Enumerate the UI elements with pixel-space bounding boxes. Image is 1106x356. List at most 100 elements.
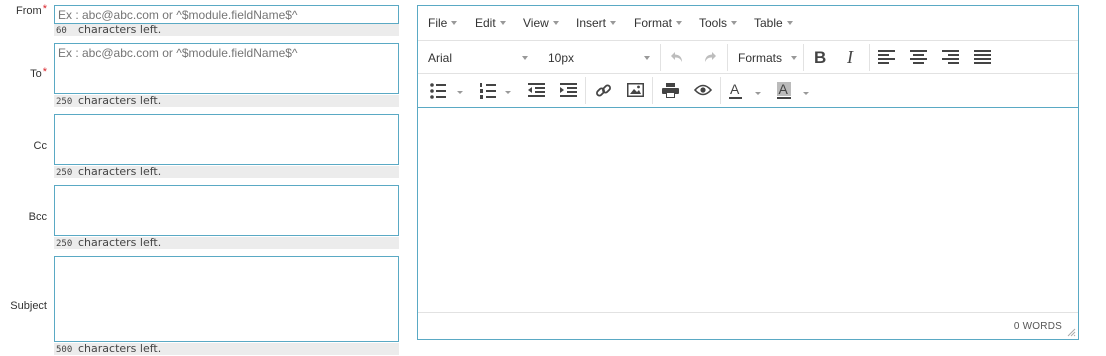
text-color-icon: A	[729, 82, 761, 99]
to-counter: 250 characters left.	[54, 95, 399, 107]
to-label-text: To	[30, 68, 42, 80]
menu-insert-label: Insert	[576, 16, 607, 30]
toolbar-separator	[727, 44, 728, 71]
chevron-down-icon	[499, 20, 506, 25]
subject-counter: 500 characters left.	[54, 343, 399, 355]
from-required-mark: *	[42, 3, 47, 15]
resize-handle-icon[interactable]	[1067, 328, 1076, 337]
chevron-down-icon	[644, 56, 650, 60]
editor-content-area[interactable]	[418, 107, 1078, 312]
chevron-down-icon	[786, 20, 793, 25]
toolbar-separator	[803, 44, 804, 71]
menu-format[interactable]: Format	[634, 16, 683, 30]
subject-input[interactable]	[54, 256, 399, 342]
chevron-down-icon	[552, 20, 559, 25]
subject-label-text: Subject	[10, 300, 47, 312]
rich-text-editor: File Edit View Insert Format Tools Table…	[417, 5, 1079, 340]
to-input[interactable]	[54, 43, 399, 94]
menu-tools-label: Tools	[699, 16, 728, 30]
to-counter-number: 250	[56, 97, 73, 107]
text-color-button[interactable]: A	[729, 82, 767, 100]
chevron-down-icon	[676, 20, 683, 25]
cc-label: Cc	[0, 140, 47, 152]
numbered-list-icon	[480, 83, 511, 99]
bcc-counter-number: 250	[56, 239, 73, 249]
background-color-icon: A	[777, 82, 809, 99]
cc-counter-number: 250	[56, 168, 73, 178]
toolbar-separator	[652, 77, 653, 104]
menu-view-label: View	[523, 16, 549, 30]
chevron-down-icon	[610, 20, 617, 25]
font-size-select[interactable]: 10px	[538, 41, 656, 74]
from-counter-text: characters left.	[78, 23, 162, 36]
subject-counter-number: 500	[56, 345, 73, 355]
image-icon[interactable]	[627, 83, 644, 97]
editor-toolbar-row-1: Arial 10px Formats B I	[418, 41, 1078, 74]
bold-icon[interactable]: B	[812, 48, 828, 66]
align-right-icon[interactable]	[942, 50, 959, 65]
chevron-down-icon	[791, 56, 797, 60]
menu-edit[interactable]: Edit	[475, 16, 506, 30]
preview-icon[interactable]	[694, 84, 712, 96]
toolbar-separator	[585, 77, 586, 104]
svg-text:I: I	[846, 48, 854, 66]
undo-icon[interactable]	[669, 49, 685, 65]
menu-insert[interactable]: Insert	[576, 16, 617, 30]
bcc-input[interactable]	[54, 185, 399, 236]
outdent-icon[interactable]	[528, 83, 545, 98]
subject-label: Subject	[0, 300, 47, 312]
background-color-button[interactable]: A	[777, 82, 815, 100]
formats-label: Formats	[738, 51, 783, 65]
bcc-label: Bcc	[0, 211, 47, 223]
to-label: To*	[0, 66, 47, 80]
from-counter-number: 60	[56, 26, 67, 36]
toolbar-separator	[869, 44, 870, 71]
chevron-down-icon	[451, 20, 458, 25]
to-counter-text: characters left.	[78, 94, 162, 107]
numbered-list-button[interactable]	[480, 83, 518, 99]
italic-icon[interactable]: I	[844, 48, 860, 66]
to-required-mark: *	[42, 66, 47, 78]
redo-icon[interactable]	[702, 49, 718, 65]
font-family-value: Arial	[428, 51, 453, 65]
svg-text:A: A	[779, 82, 789, 97]
print-icon[interactable]	[662, 83, 679, 98]
indent-icon[interactable]	[560, 83, 577, 98]
cc-counter: 250 characters left.	[54, 166, 399, 178]
svg-text:A: A	[730, 82, 740, 97]
from-label: From*	[0, 3, 47, 17]
chevron-down-icon	[731, 20, 738, 25]
from-label-text: From	[16, 5, 42, 17]
menu-table[interactable]: Table	[754, 16, 793, 30]
bcc-counter: 250 characters left.	[54, 237, 399, 249]
from-input[interactable]	[54, 5, 399, 24]
word-count: 0 WORDS	[1013, 321, 1062, 332]
bcc-counter-text: characters left.	[78, 236, 162, 249]
toolbar-separator	[660, 44, 661, 71]
bullet-list-icon	[430, 83, 463, 99]
menu-file-label: File	[428, 16, 448, 30]
cc-input[interactable]	[54, 114, 399, 165]
menu-tools[interactable]: Tools	[699, 16, 738, 30]
menu-view[interactable]: View	[523, 16, 559, 30]
formats-select[interactable]: Formats	[732, 41, 802, 74]
from-counter: 60 characters left.	[54, 24, 399, 36]
chevron-down-icon	[522, 56, 528, 60]
editor-toolbar-row-2: A A	[418, 74, 1078, 107]
cc-label-text: Cc	[33, 140, 47, 152]
subject-counter-text: characters left.	[78, 342, 162, 355]
cc-counter-text: characters left.	[78, 165, 162, 178]
menu-edit-label: Edit	[475, 16, 496, 30]
toolbar-separator	[720, 77, 721, 104]
font-size-value: 10px	[548, 51, 575, 65]
font-family-select[interactable]: Arial	[418, 41, 533, 74]
menu-table-label: Table	[754, 16, 783, 30]
align-justify-icon[interactable]	[974, 50, 991, 65]
menu-file[interactable]: File	[428, 16, 458, 30]
align-left-icon[interactable]	[878, 50, 895, 65]
align-center-icon[interactable]	[910, 50, 927, 65]
editor-statusbar: 0 WORDS	[418, 312, 1078, 339]
editor-menubar: File Edit View Insert Format Tools Table	[418, 6, 1078, 41]
link-icon[interactable]	[595, 82, 612, 99]
bullet-list-button[interactable]	[430, 83, 468, 99]
